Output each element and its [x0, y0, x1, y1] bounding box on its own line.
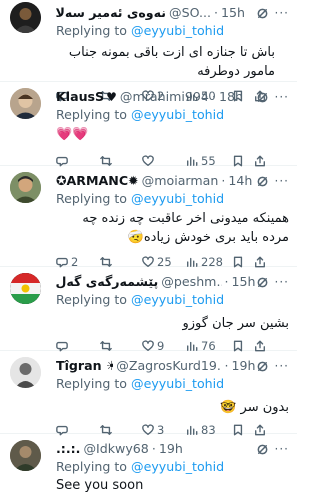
avatar[interactable]: [10, 357, 41, 388]
more-icon[interactable]: ···: [275, 4, 289, 22]
grok-icon[interactable]: [256, 276, 269, 289]
replying-to: Replying to @eyyubi_tohid: [56, 376, 225, 391]
handle[interactable]: @peshm...: [161, 273, 221, 291]
reply-to-link[interactable]: @eyyubi_tohid: [131, 292, 224, 307]
timestamp[interactable]: 18h: [219, 88, 243, 106]
tweet-header: KlausS ♥ @mrahimi994 · 18h ···: [56, 88, 289, 106]
display-name[interactable]: .:.:.: [56, 440, 80, 458]
reply-to-link[interactable]: @eyyubi_tohid: [131, 107, 224, 122]
timestamp[interactable]: 14h: [228, 172, 252, 190]
tweet[interactable]: Tîgran ☀ @ZagrosKurd19... · 19h ··· Repl…: [0, 351, 297, 437]
replying-to: Replying to @eyyubi_tohid: [56, 292, 225, 307]
replying-to: Replying to @eyyubi_tohid: [56, 191, 225, 206]
replying-to: Replying to @eyyubi_tohid: [56, 23, 225, 38]
display-name[interactable]: ✪ARMANC✹: [56, 172, 139, 190]
more-icon[interactable]: ···: [275, 440, 289, 458]
display-name[interactable]: پێشمەرگەی گەل☀: [56, 273, 158, 291]
tweet-text: 💗💗: [56, 127, 89, 142]
tweet[interactable]: نەوەی ئەمیر سەلاحەددین @SO... · 15h ··· …: [0, 0, 297, 103]
grok-icon[interactable]: [256, 443, 269, 456]
grok-icon[interactable]: [256, 7, 269, 20]
avatar[interactable]: [10, 440, 41, 471]
handle[interactable]: @ZagrosKurd19...: [116, 357, 221, 375]
display-name[interactable]: KlausS: [56, 88, 104, 106]
reply-to-link[interactable]: @eyyubi_tohid: [131, 376, 224, 391]
tweet-text: See you soon: [56, 478, 144, 493]
grok-icon[interactable]: [256, 175, 269, 188]
handle[interactable]: @Idkwy68: [83, 440, 148, 458]
timestamp[interactable]: 15h: [221, 4, 245, 22]
timestamp[interactable]: 19h: [159, 440, 183, 458]
avatar[interactable]: [10, 273, 41, 304]
tweet-text: بشین سر جان گوزو: [182, 316, 289, 331]
more-icon[interactable]: ···: [275, 273, 289, 291]
tweet-header: پێشمەرگەی گەل☀ @peshm... · 15h ···: [56, 273, 289, 291]
avatar[interactable]: [10, 2, 41, 33]
handle[interactable]: @mrahimi994: [120, 88, 209, 106]
tweet-text: بدون سر 🤓: [220, 400, 289, 415]
reply-to-link[interactable]: @eyyubi_tohid: [131, 459, 224, 474]
tweet-header: Tîgran ☀ @ZagrosKurd19... · 19h ···: [56, 357, 289, 375]
tweet-text: باش تا جنازه ای ازت باقی بمونه جناب مامو…: [68, 45, 275, 79]
avatar[interactable]: [10, 88, 41, 119]
reply-feed: نەوەی ئەمیر سەلاحەددین @SO... · 15h ··· …: [0, 0, 297, 500]
display-name[interactable]: Tîgran ☀: [56, 357, 113, 375]
tweet-text: همینکه میدونی اخر عاقبت چه زنده چه مرده …: [82, 211, 289, 245]
tweet[interactable]: .:.:. @Idkwy68 · 19h ··· Replying to @ey…: [0, 434, 297, 500]
display-name[interactable]: نەوەی ئەمیر سەلاحەددین: [56, 4, 166, 22]
tweet-header: نەوەی ئەمیر سەلاحەددین @SO... · 15h ···: [56, 4, 289, 22]
handle[interactable]: @SO...: [169, 4, 211, 22]
avatar[interactable]: [10, 172, 41, 203]
replying-to: Replying to @eyyubi_tohid: [56, 459, 225, 474]
timestamp[interactable]: 19h: [232, 357, 256, 375]
tweet[interactable]: ✪ARMANC✹ @moiarman · 14h ··· Replying to…: [0, 166, 297, 269]
tweet[interactable]: پێشمەرگەی گەل☀ @peshm... · 15h ··· Reply…: [0, 267, 297, 353]
tweet-header: ✪ARMANC✹ @moiarman · 14h ···: [56, 172, 289, 190]
heart-badge-icon: ♥: [106, 90, 117, 104]
reply-to-link[interactable]: @eyyubi_tohid: [131, 23, 224, 38]
tweet-header: .:.:. @Idkwy68 · 19h ···: [56, 440, 289, 458]
tweet[interactable]: KlausS ♥ @mrahimi994 · 18h ··· Replying …: [0, 82, 297, 168]
grok-icon[interactable]: [256, 360, 269, 373]
replying-to: Replying to @eyyubi_tohid: [56, 107, 225, 122]
grok-icon[interactable]: [256, 91, 269, 104]
timestamp[interactable]: 15h: [232, 273, 256, 291]
reply-to-link[interactable]: @eyyubi_tohid: [131, 191, 224, 206]
more-icon[interactable]: ···: [275, 88, 289, 106]
more-icon[interactable]: ···: [275, 357, 289, 375]
handle[interactable]: @moiarman: [142, 172, 219, 190]
more-icon[interactable]: ···: [275, 172, 289, 190]
